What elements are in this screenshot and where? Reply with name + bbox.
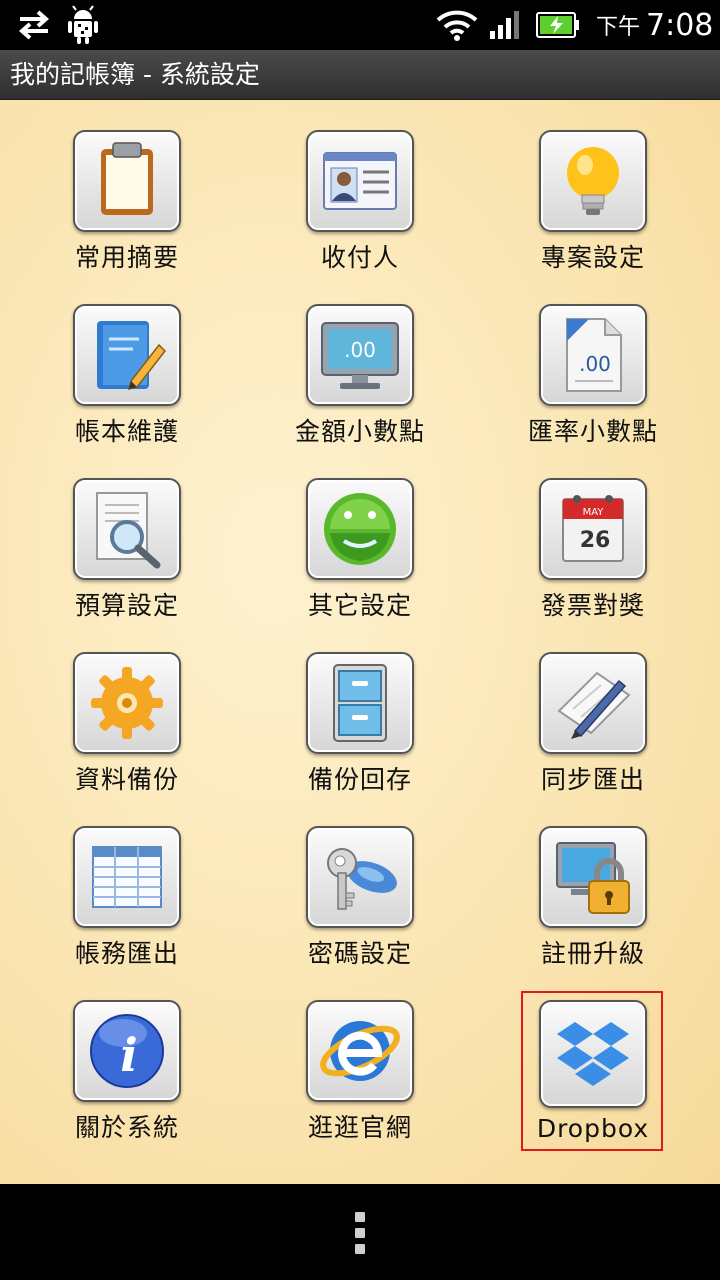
tile-common-summary[interactable]: 常用摘要 xyxy=(27,100,227,274)
tile-project-settings[interactable]: 專案設定 xyxy=(493,100,693,274)
tile-invoice-lottery[interactable]: MAY 26 發票對獎 xyxy=(493,448,693,622)
tile-exchange-rate-decimal[interactable]: .00 匯率小數點 xyxy=(493,274,693,448)
file-cabinet-icon xyxy=(333,664,387,742)
tile-label: 發票對獎 xyxy=(540,591,645,620)
contact-card-icon xyxy=(323,152,397,210)
notepad-pen-icon xyxy=(557,671,631,739)
web-browser-icon xyxy=(320,1021,400,1081)
status-time: 7:08 xyxy=(646,7,714,43)
key-icon xyxy=(327,848,397,910)
title-bar: 我的記帳簿 - 系統設定 xyxy=(0,50,720,100)
status-am-pm: 下午 xyxy=(596,15,641,40)
tile-label: 金額小數點 xyxy=(294,417,425,446)
tile-label: 收付人 xyxy=(320,243,399,272)
tile-accounts-export[interactable]: 帳務匯出 xyxy=(27,796,227,970)
document-magnifier-icon xyxy=(96,492,161,569)
clipboard-icon xyxy=(101,142,153,215)
info-icon: i xyxy=(90,1014,164,1088)
tile-password-settings[interactable]: 密碼設定 xyxy=(260,796,460,970)
gear-icon xyxy=(91,667,163,739)
android-debug-icon xyxy=(66,0,100,50)
status-bar: 下午 7:08 xyxy=(0,0,720,50)
lightbulb-icon xyxy=(567,147,619,215)
computer-lock-icon xyxy=(556,842,630,914)
tile-label: 專案設定 xyxy=(540,243,645,272)
tile-about-system[interactable]: i 關於系統 xyxy=(27,970,227,1144)
tile-other-settings[interactable]: 其它設定 xyxy=(260,448,460,622)
tile-label: 匯率小數點 xyxy=(527,417,658,446)
tile-label: 資料備份 xyxy=(74,765,179,794)
tile-ledger-maintenance[interactable]: 帳本維護 xyxy=(27,274,227,448)
tile-amount-decimal[interactable]: .00 金額小數點 xyxy=(260,274,460,448)
signal-icon xyxy=(488,0,524,50)
svg-text:.00: .00 xyxy=(579,352,611,376)
calendar-icon: MAY 26 xyxy=(562,495,624,562)
svg-text:.00: .00 xyxy=(344,338,376,362)
tile-label: 常用摘要 xyxy=(74,243,179,272)
tile-label: 其它設定 xyxy=(307,591,412,620)
tile-label: 逛逛官網 xyxy=(307,1113,412,1142)
document-decimal-icon: .00 xyxy=(566,318,622,392)
monitor-decimal-icon: .00 xyxy=(321,322,399,389)
tile-label: 帳本維護 xyxy=(74,417,179,446)
battery-charging-icon xyxy=(536,0,580,50)
menu-overflow-icon[interactable] xyxy=(335,1202,385,1262)
notebook-pencil-icon xyxy=(97,321,166,391)
selection-highlight xyxy=(521,991,663,1151)
tile-label: 註冊升級 xyxy=(540,939,645,968)
svg-text:i: i xyxy=(120,1028,137,1082)
svg-text:26: 26 xyxy=(580,528,611,553)
wifi-icon xyxy=(436,0,478,50)
tile-label: 同步匯出 xyxy=(540,765,645,794)
svg-text:MAY: MAY xyxy=(583,507,605,518)
tile-label: 關於系統 xyxy=(74,1113,179,1142)
spreadsheet-icon xyxy=(92,846,162,908)
tile-restore-backup[interactable]: 備份回存 xyxy=(260,622,460,796)
tile-sync-export[interactable]: 同步匯出 xyxy=(493,622,693,796)
tile-label: 帳務匯出 xyxy=(74,939,179,968)
tile-data-backup[interactable]: 資料備份 xyxy=(27,622,227,796)
tile-register-upgrade[interactable]: 註冊升級 xyxy=(493,796,693,970)
tile-budget-settings[interactable]: 預算設定 xyxy=(27,448,227,622)
tile-visit-website[interactable]: 逛逛官網 xyxy=(260,970,460,1144)
tile-label: 備份回存 xyxy=(307,765,412,794)
tile-label: 預算設定 xyxy=(74,591,179,620)
android-robot-icon xyxy=(324,493,396,565)
tile-label: 密碼設定 xyxy=(307,939,412,968)
nav-bar xyxy=(0,1184,720,1280)
page-title: 我的記帳簿 - 系統設定 xyxy=(10,60,260,89)
tile-payee[interactable]: 收付人 xyxy=(260,100,460,274)
sync-arrows-icon xyxy=(16,0,52,50)
